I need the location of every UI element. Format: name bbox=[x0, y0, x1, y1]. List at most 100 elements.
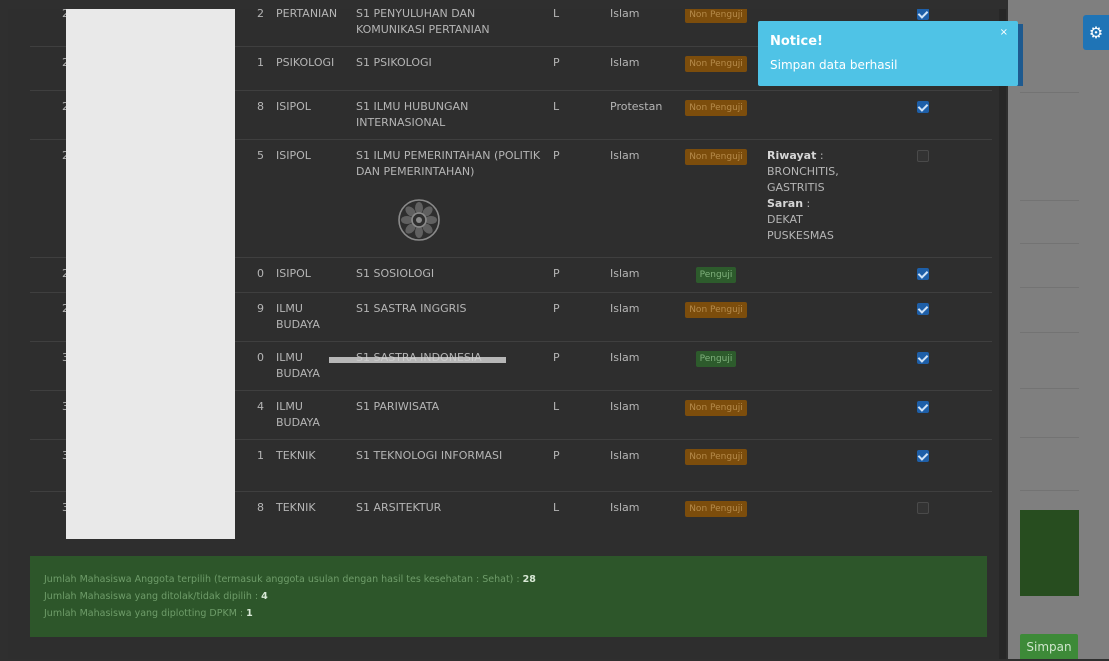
status-cell: Penguji bbox=[671, 341, 761, 391]
status-badge: Non Penguji bbox=[685, 449, 747, 465]
faculty-cell: ILMU BUDAYA bbox=[270, 341, 350, 391]
toast-title: Notice! bbox=[770, 34, 823, 49]
summary-panel: Jumlah Mahasiswa Anggota terpilih (terma… bbox=[30, 556, 987, 637]
modal-scrollbar[interactable] bbox=[999, 9, 1006, 659]
program-cell: S1 ILMU HUBUNGAN INTERNASIONAL bbox=[350, 90, 547, 140]
modal-dialog: 242PERTANIANS1 PENYULUHAN DAN KOMUNIKASI… bbox=[8, 9, 1007, 659]
summary-rejected: Jumlah Mahasiswa yang ditolak/tidak dipi… bbox=[44, 591, 268, 602]
status-badge: Non Penguji bbox=[685, 100, 747, 116]
nim-suffix: 1 bbox=[257, 56, 264, 69]
checkbox-cell bbox=[853, 139, 992, 258]
redacted-area bbox=[66, 9, 235, 539]
note-cell bbox=[761, 292, 853, 342]
status-badge: Penguji bbox=[695, 267, 737, 283]
religion-cell: Islam bbox=[604, 491, 671, 538]
checkbox-cell bbox=[853, 390, 992, 440]
status-cell: Non Penguji bbox=[671, 139, 761, 258]
nim-suffix: 2 bbox=[257, 9, 264, 20]
religion-cell: Islam bbox=[604, 9, 671, 47]
nim-suffix: 9 bbox=[257, 302, 264, 315]
status-badge: Non Penguji bbox=[685, 501, 747, 517]
religion-cell: Islam bbox=[604, 439, 671, 492]
select-checkbox[interactable] bbox=[916, 303, 929, 315]
checkbox-cell bbox=[853, 292, 992, 342]
religion-cell: Islam bbox=[604, 46, 671, 91]
religion-cell: Islam bbox=[604, 257, 671, 293]
faculty-cell: TEKNIK bbox=[270, 491, 350, 538]
gender-cell: P bbox=[547, 46, 604, 91]
toast-message: Simpan data berhasil bbox=[770, 58, 898, 72]
checkbox-cell bbox=[853, 341, 992, 391]
checkbox-cell bbox=[853, 439, 992, 492]
faculty-cell: PERTANIAN bbox=[270, 9, 350, 47]
program-cell: S1 PENYULUHAN DAN KOMUNIKASI PERTANIAN bbox=[350, 9, 547, 47]
gender-cell: L bbox=[547, 390, 604, 440]
nim-suffix: 0 bbox=[257, 351, 264, 364]
nim-suffix: 4 bbox=[257, 400, 264, 413]
seal-petal bbox=[401, 216, 413, 224]
status-badge: Penguji bbox=[695, 351, 737, 367]
advice-label: Saran bbox=[767, 197, 804, 210]
program-cell: S1 ARSITEKTUR bbox=[350, 491, 547, 538]
faculty-cell: PSIKOLOGI bbox=[270, 46, 350, 91]
summary-dpkm: Jumlah Mahasiswa yang diplotting DPKM : … bbox=[44, 608, 253, 619]
seal-petal bbox=[415, 226, 423, 238]
faculty-cell: ISIPOL bbox=[270, 90, 350, 140]
faculty-cell: TEKNIK bbox=[270, 439, 350, 492]
gender-cell: P bbox=[547, 139, 604, 258]
gender-cell: L bbox=[547, 491, 604, 538]
status-cell: Non Penguji bbox=[671, 46, 761, 91]
faculty-cell: ILMU BUDAYA bbox=[270, 390, 350, 440]
status-badge: Non Penguji bbox=[685, 302, 747, 318]
note-cell bbox=[761, 439, 853, 492]
note-cell bbox=[761, 90, 853, 140]
select-checkbox[interactable] bbox=[916, 352, 929, 364]
program-cell: S1 TEKNOLOGI INFORMASI bbox=[350, 439, 547, 492]
nim-suffix: 5 bbox=[257, 149, 264, 162]
select-checkbox[interactable] bbox=[916, 401, 929, 413]
select-checkbox[interactable] bbox=[916, 101, 929, 113]
note-cell bbox=[761, 257, 853, 293]
program-cell: S1 ILMU PEMERINTAHAN (POLITIK DAN PEMERI… bbox=[350, 139, 547, 258]
select-checkbox[interactable] bbox=[916, 9, 929, 20]
university-seal-icon bbox=[398, 199, 440, 241]
faculty-cell: ILMU BUDAYA bbox=[270, 292, 350, 342]
checkbox-cell bbox=[853, 491, 992, 538]
gender-cell: P bbox=[547, 292, 604, 342]
summary-selected: Jumlah Mahasiswa Anggota terpilih (terma… bbox=[44, 574, 536, 585]
modal-backdrop bbox=[1008, 0, 1109, 659]
nim-suffix: 1 bbox=[257, 449, 264, 462]
nim-suffix: 8 bbox=[257, 501, 264, 514]
program-cell: S1 PARIWISATA bbox=[350, 390, 547, 440]
program-cell: S1 PSIKOLOGI bbox=[350, 46, 547, 91]
select-checkbox[interactable] bbox=[916, 450, 929, 462]
note-cell bbox=[761, 341, 853, 391]
status-cell: Non Penguji bbox=[671, 390, 761, 440]
religion-cell: Protestan bbox=[604, 90, 671, 140]
faculty-cell: ISIPOL bbox=[270, 139, 350, 258]
notification-toast: Notice! Simpan data berhasil × bbox=[758, 21, 1018, 86]
religion-cell: Islam bbox=[604, 139, 671, 258]
seal-petal bbox=[415, 202, 423, 214]
status-badge: Non Penguji bbox=[685, 149, 747, 165]
checkbox-cell bbox=[853, 90, 992, 140]
program-cell: S1 SASTRA INGGRIS bbox=[350, 292, 547, 342]
program-cell: S1 SOSIOLOGI bbox=[350, 257, 547, 293]
note-cell bbox=[761, 390, 853, 440]
select-checkbox[interactable] bbox=[916, 502, 929, 514]
status-badge: Non Penguji bbox=[685, 56, 747, 72]
select-checkbox[interactable] bbox=[916, 268, 929, 280]
religion-cell: Islam bbox=[604, 390, 671, 440]
loading-bar bbox=[329, 357, 506, 363]
religion-cell: Islam bbox=[604, 292, 671, 342]
select-checkbox[interactable] bbox=[916, 150, 929, 162]
settings-button[interactable]: ⚙ bbox=[1083, 15, 1109, 50]
nim-suffix: 0 bbox=[257, 267, 264, 280]
note-cell: Riwayat : BRONCHITIS, GASTRITIS Saran : DEK… bbox=[761, 139, 853, 258]
close-icon[interactable]: × bbox=[1000, 27, 1008, 38]
status-badge: Non Penguji bbox=[685, 9, 747, 23]
gender-cell: P bbox=[547, 341, 604, 391]
save-button[interactable]: Simpan bbox=[1020, 634, 1078, 659]
status-cell: Non Penguji bbox=[671, 9, 761, 47]
checkbox-cell bbox=[853, 257, 992, 293]
